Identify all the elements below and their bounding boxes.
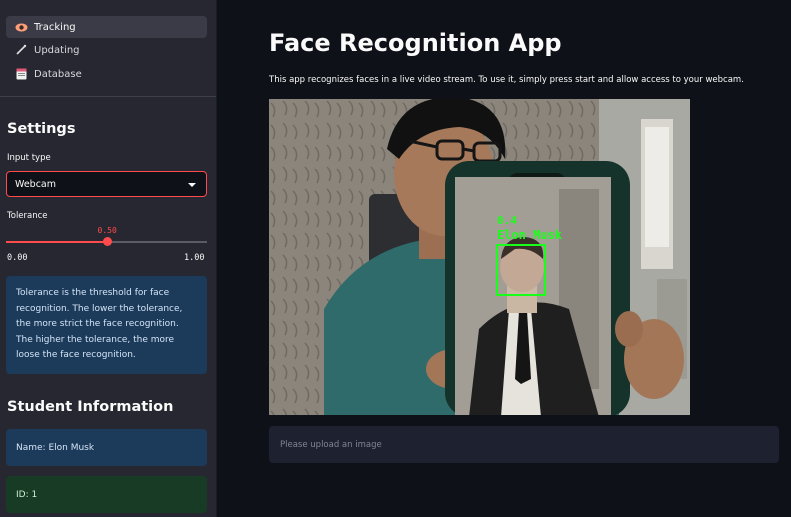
page-description: This app recognizes faces in a live vide… <box>269 75 744 85</box>
sidebar-item-database[interactable]: Database <box>6 63 207 85</box>
input-type-label: Input type <box>7 153 51 163</box>
chevron-down-icon <box>188 183 196 187</box>
tolerance-slider[interactable] <box>6 237 207 246</box>
tolerance-slider-min: 0.00 <box>7 253 28 263</box>
tolerance-slider-thumb[interactable] <box>102 237 112 246</box>
image-upload-field[interactable]: Please upload an image <box>269 426 779 463</box>
sidebar-item-updating[interactable]: Updating <box>6 39 207 61</box>
page-title: Face Recognition App <box>269 29 562 57</box>
sidebar-top-clipped-title: _ _ _ _ _ _ _ _ <box>8 0 126 2</box>
sidebar-item-label: Tracking <box>34 21 76 33</box>
detection-score: 0.4 <box>497 214 517 227</box>
tolerance-info-box: Tolerance is the threshold for face reco… <box>6 276 207 374</box>
detection-name: Elon Musk <box>497 228 563 242</box>
sidebar-item-label: Updating <box>34 44 80 56</box>
student-name-card: Name: Elon Musk <box>6 429 207 466</box>
sidebar-item-tracking[interactable]: Tracking <box>6 16 207 38</box>
input-type-value: Webcam <box>15 178 57 190</box>
tolerance-slider-fill <box>6 241 107 243</box>
sidebar-divider <box>0 96 216 97</box>
tolerance-slider-value: 0.50 <box>97 226 117 235</box>
webcam-video-frame: 0.4 Elon Musk <box>269 99 690 415</box>
sidebar: _ _ _ _ _ _ _ _ Tracking Updating Databa… <box>0 0 217 517</box>
database-icon <box>14 68 28 80</box>
upload-placeholder: Please upload an image <box>280 439 382 450</box>
student-id-card: ID: 1 <box>6 476 207 513</box>
settings-heading: Settings <box>7 121 76 137</box>
student-information-heading: Student Information <box>7 399 174 415</box>
input-type-select[interactable]: Webcam <box>6 171 207 197</box>
pencil-icon <box>14 44 28 56</box>
tolerance-label: Tolerance <box>7 211 48 221</box>
eye-icon <box>14 21 28 33</box>
sidebar-item-label: Database <box>34 68 82 80</box>
tolerance-slider-max: 1.00 <box>184 253 205 263</box>
